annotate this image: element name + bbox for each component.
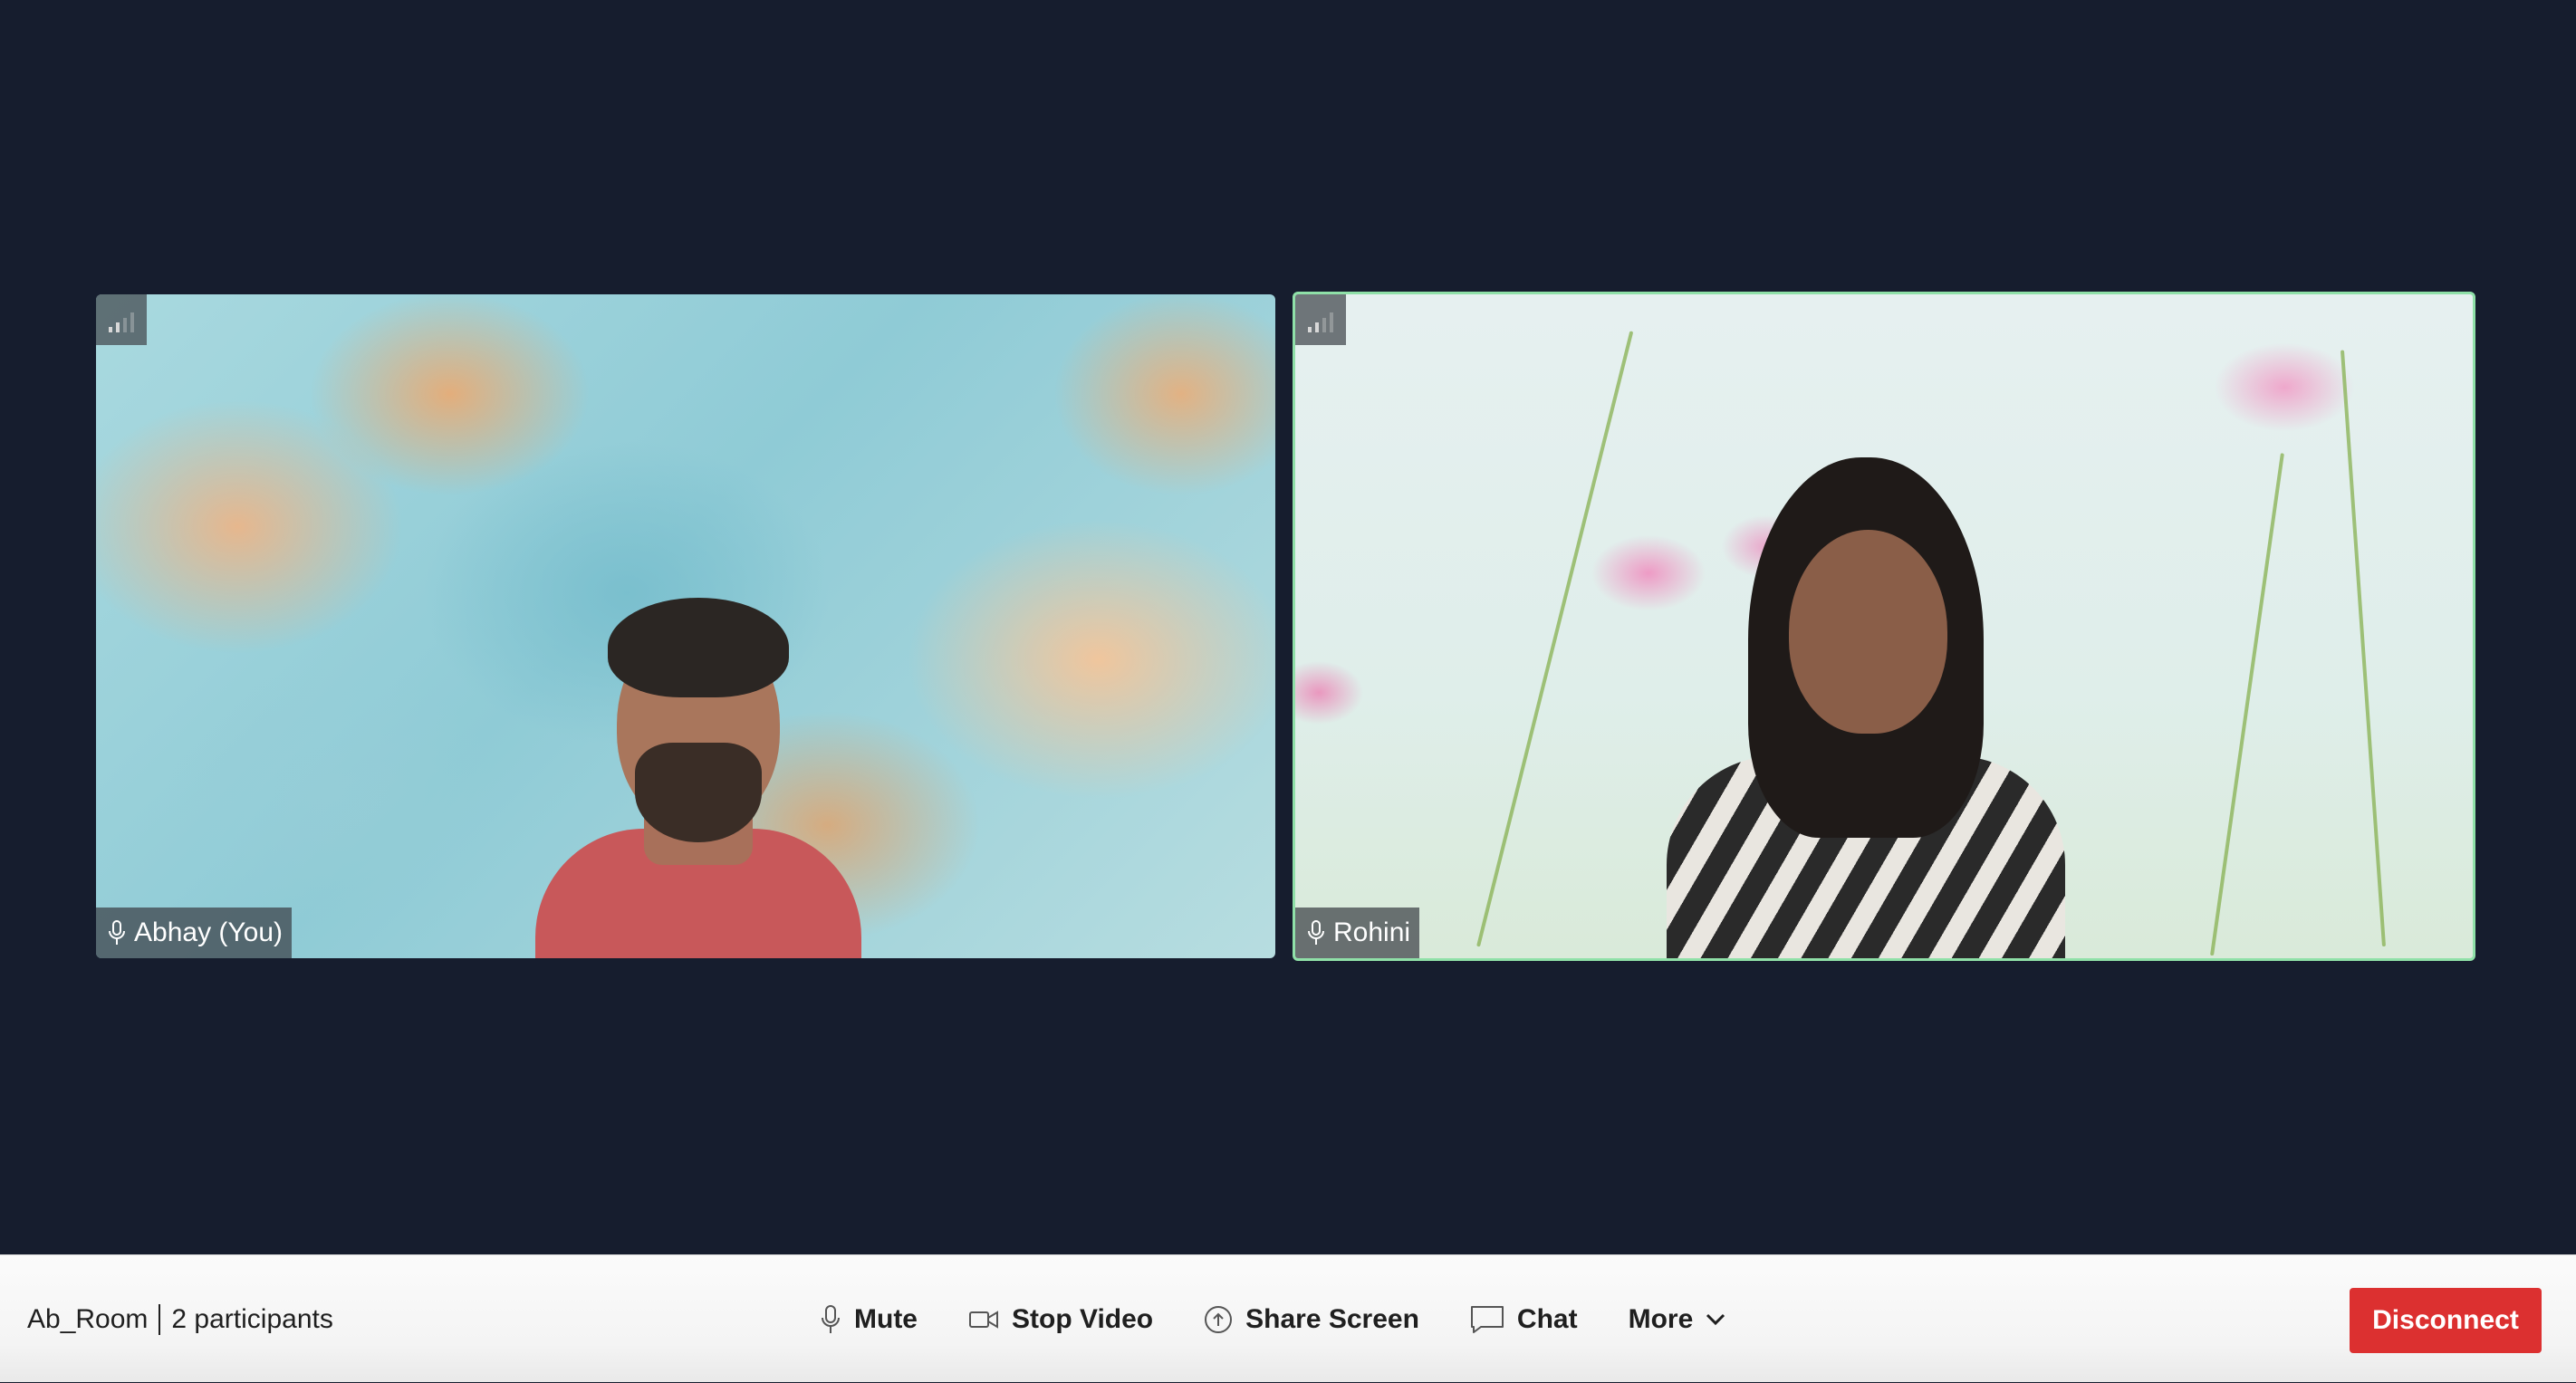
stop-video-button[interactable]: Stop Video <box>968 1304 1153 1335</box>
participant-name: Rohini <box>1333 917 1411 947</box>
video-stage: Abhay (You) Rohini <box>0 0 2576 1254</box>
more-label: More <box>1628 1303 1694 1334</box>
participant-video-local <box>517 557 879 958</box>
flower-stem <box>2340 350 2386 947</box>
share-screen-icon <box>1205 1305 1233 1333</box>
network-quality-icon <box>96 294 147 345</box>
chat-label: Chat <box>1516 1303 1578 1334</box>
microphone-icon <box>1308 920 1324 945</box>
stop-video-label: Stop Video <box>1012 1303 1154 1334</box>
chevron-down-icon <box>1706 1313 1725 1325</box>
call-toolbar: Ab_Room 2 participants Mute Stop Video S… <box>0 1254 2576 1382</box>
flower-stem <box>1476 331 1634 947</box>
video-camera-icon <box>969 1310 998 1329</box>
more-menu-button[interactable]: More <box>1629 1304 1726 1335</box>
microphone-icon <box>822 1304 840 1333</box>
chat-button[interactable]: Chat <box>1470 1304 1578 1335</box>
microphone-icon <box>109 920 125 945</box>
call-controls: Mute Stop Video Share Screen Chat More <box>820 1255 1776 1383</box>
share-screen-button[interactable]: Share Screen <box>1204 1304 1419 1335</box>
flower-stem <box>2210 453 2284 956</box>
mute-label: Mute <box>854 1303 918 1334</box>
participant-count: 2 participants <box>171 1303 333 1334</box>
participant-video-remote <box>1667 457 2065 958</box>
participant-tile-remote[interactable]: Rohini <box>1293 292 2475 961</box>
share-screen-label: Share Screen <box>1245 1303 1419 1334</box>
room-name: Ab_Room <box>27 1303 149 1334</box>
network-quality-icon <box>1295 294 1346 345</box>
chat-bubble-icon <box>1470 1305 1504 1333</box>
divider <box>159 1303 161 1335</box>
participant-name-tag: Abhay (You) <box>96 908 293 958</box>
mute-button[interactable]: Mute <box>820 1304 918 1335</box>
disconnect-button[interactable]: Disconnect <box>2350 1288 2542 1353</box>
participant-name: Abhay (You) <box>134 917 284 947</box>
participant-tile-local[interactable]: Abhay (You) <box>96 294 1275 958</box>
participant-name-tag: Rohini <box>1295 908 1420 958</box>
room-info: Ab_Room 2 participants <box>27 1255 333 1383</box>
